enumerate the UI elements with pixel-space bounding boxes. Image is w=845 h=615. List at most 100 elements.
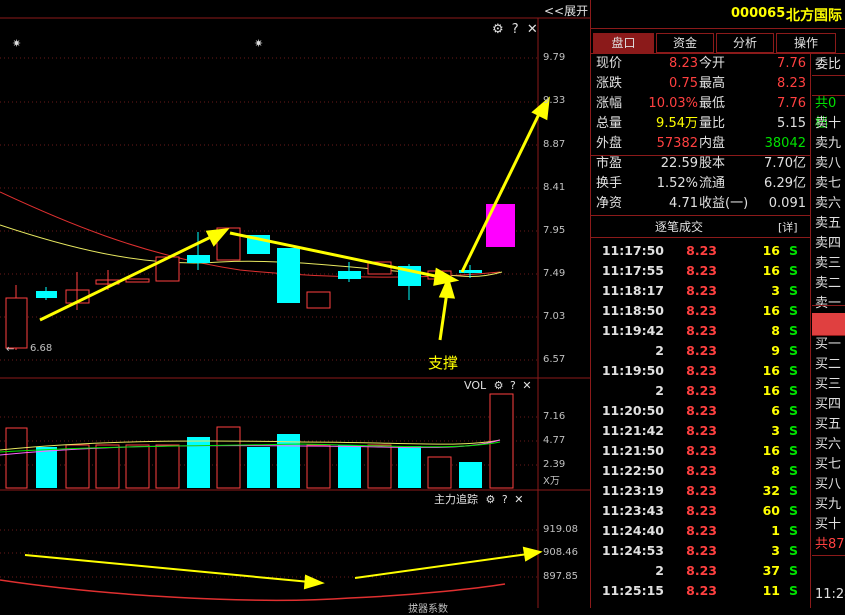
trade-row: 11:23:19 8.23 32 S: [596, 481, 810, 501]
trade-time: 11:18:50: [601, 303, 664, 318]
trade-row: 11:19:50 8.23 16 S: [596, 361, 810, 381]
orderbook-buy-total: 共87: [815, 537, 845, 552]
close-icon[interactable]: ✕: [522, 379, 531, 392]
trade-side: S: [788, 403, 798, 418]
price-tick: 9.33: [543, 95, 566, 106]
orderbook-sell-level: 卖九: [815, 136, 842, 151]
quote-label: 净资: [596, 196, 623, 211]
trade-time: 2: [655, 343, 664, 358]
trade-volume: 3: [771, 543, 780, 558]
trade-volume: 8: [771, 323, 780, 338]
stock-code: 000065: [731, 6, 786, 21]
trade-time: 11:22:50: [601, 463, 664, 478]
trade-row: 2 8.23 9 S: [596, 341, 810, 361]
tab-caozuo[interactable]: 操作: [776, 33, 836, 53]
trade-row: 11:25:15 8.23 11 S: [596, 581, 810, 601]
trade-price: 8.23: [686, 443, 717, 458]
trade-volume: 8: [771, 463, 780, 478]
chart-area: <<展开 ⚙ ? ✕ ✷ ✷ ← 9.79 9.33 8.87 8.41 7.9…: [0, 0, 590, 615]
trade-row: 2 8.23 37 S: [596, 561, 810, 581]
help-icon[interactable]: ?: [502, 493, 508, 506]
trade-volume: 3: [771, 423, 780, 438]
trade-row: 11:23:43 8.23 60 S: [596, 501, 810, 521]
tab-fenxi[interactable]: 分析: [716, 33, 774, 53]
trade-volume: 16: [762, 303, 780, 318]
orderbook-buy-level: 买八: [815, 477, 842, 492]
trades-detail-button[interactable]: [详]: [778, 219, 798, 235]
trade-time: 11:24:40: [601, 523, 664, 538]
quote-value: 38042: [764, 136, 806, 151]
quote-value: 7.76: [777, 56, 806, 71]
trade-volume: 16: [762, 243, 780, 258]
trade-row: 11:20:50 8.23 6 S: [596, 401, 810, 421]
orderbook-sell-level: 卖四: [815, 236, 842, 251]
price-tick: 7.03: [543, 311, 566, 322]
trade-volume: 16: [762, 383, 780, 398]
trade-row: 11:24:53 8.23 3 S: [596, 541, 810, 561]
trade-row: 11:21:50 8.23 16 S: [596, 441, 810, 461]
svg-text:←: ←: [6, 344, 14, 355]
trade-side: S: [788, 243, 798, 258]
trade-row: 11:21:42 8.23 3 S: [596, 421, 810, 441]
orderbook-buy-level: 买七: [815, 457, 842, 472]
quote-row: 外盘 57382 内盘 38042: [590, 134, 810, 156]
orderbook-buy-level: 买一: [815, 337, 842, 352]
trade-side: S: [788, 323, 798, 338]
main-tick: 908.46: [543, 547, 578, 558]
gear-icon[interactable]: ⚙: [494, 379, 504, 392]
trade-price: 8.23: [686, 283, 717, 298]
price-tick: 6.57: [543, 354, 566, 365]
trade-side: S: [788, 463, 798, 478]
quote-value: 1.52%: [656, 176, 698, 191]
trade-time: 11:23:19: [601, 483, 664, 498]
trade-time: 11:18:17: [601, 283, 664, 298]
trade-price: 8.23: [686, 263, 717, 278]
trade-time: 11:19:42: [601, 323, 664, 338]
main-panel-toolbar: 主力追踪 ⚙ ? ✕: [434, 491, 523, 507]
quote-label: 最低: [699, 96, 726, 111]
tab-zijin[interactable]: 资金: [656, 33, 714, 53]
main-title: 主力追踪: [434, 493, 478, 506]
orderbook-buy-level: 买十: [815, 517, 842, 532]
trade-side: S: [788, 303, 798, 318]
tab-pankou[interactable]: 盘口: [593, 33, 654, 53]
quote-label: 涨跌: [596, 76, 623, 91]
trade-price: 8.23: [686, 483, 717, 498]
trade-time: 11:23:43: [601, 503, 664, 518]
price-tick: 8.41: [543, 182, 566, 193]
trade-volume: 6: [771, 403, 780, 418]
star-marker: ✷: [12, 37, 21, 50]
trade-time: 11:17:55: [601, 263, 664, 278]
trade-price: 8.23: [686, 403, 717, 418]
trade-row: 11:22:50 8.23 8 S: [596, 461, 810, 481]
vol-title: VOL: [464, 379, 487, 392]
price-tick: 8.87: [543, 139, 566, 150]
price-chart[interactable]: ✷ ✷ ←: [0, 0, 590, 608]
orderbook-buy-level: 买四: [815, 397, 842, 412]
quote-value: 7.70亿: [764, 156, 806, 171]
support-annotation: 支撑: [428, 354, 459, 372]
close-icon[interactable]: ✕: [514, 493, 523, 506]
quote-label: 最高: [699, 76, 726, 91]
stock-name: 北方国际: [786, 8, 842, 24]
quote-row: 市盈 22.59 股本 7.70亿: [596, 154, 810, 174]
trade-time: 11:24:53: [601, 543, 664, 558]
trade-row: 11:18:50 8.23 16 S: [596, 301, 810, 321]
quote-label: 收益(一): [699, 196, 749, 211]
trade-time: 11:17:50: [601, 243, 664, 258]
help-icon[interactable]: ?: [510, 379, 516, 392]
trade-side: S: [788, 283, 798, 298]
quote-label: 总量: [596, 116, 623, 131]
trade-price: 8.23: [686, 303, 717, 318]
quote-label: 涨幅: [596, 96, 623, 111]
price-tick: 7.95: [543, 225, 566, 236]
orderbook-sell-level: 卖三: [815, 256, 842, 271]
trade-side: S: [788, 263, 798, 278]
quote-value: 6.29亿: [764, 176, 806, 191]
gear-icon[interactable]: ⚙: [486, 493, 496, 506]
quote-row: 现价 8.23 今开 7.76: [596, 54, 810, 74]
trade-time: 2: [655, 383, 664, 398]
quote-value: 8.23: [777, 76, 806, 91]
trade-side: S: [788, 523, 798, 538]
orderbook-buy-level: 买三: [815, 377, 842, 392]
